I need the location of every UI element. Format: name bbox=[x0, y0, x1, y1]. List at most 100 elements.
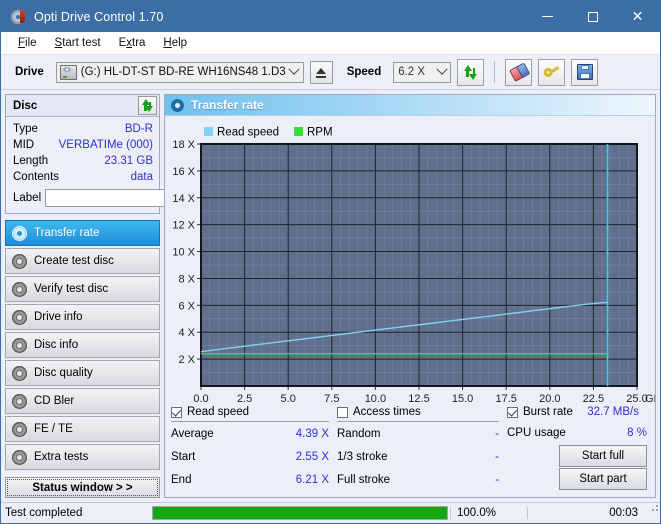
svg-text:RPM: RPM bbox=[307, 127, 333, 139]
sidebar-item-label: Verify test disc bbox=[34, 283, 108, 295]
left-sidebar: Disc Type BD-R MID VERBATIMe (000) Lengt… bbox=[5, 94, 160, 502]
drive-label: Drive bbox=[15, 66, 44, 78]
disc-row-key: Length bbox=[13, 155, 48, 167]
start-part-button[interactable]: Start part bbox=[559, 468, 647, 490]
disc-panel-title: Disc bbox=[13, 100, 37, 112]
disc-row-key: Contents bbox=[13, 171, 59, 183]
sidebar-item-disc-quality[interactable]: Disc quality bbox=[5, 360, 160, 386]
chevron-down-icon bbox=[433, 63, 450, 82]
sidebar-item-extra-tests[interactable]: Extra tests bbox=[5, 444, 160, 470]
sidebar-item-drive-info[interactable]: Drive info bbox=[5, 304, 160, 330]
svg-text:10.0: 10.0 bbox=[365, 393, 386, 405]
sidebar-item-label: Extra tests bbox=[34, 451, 88, 463]
menu-start-test-label: tart test bbox=[62, 37, 100, 49]
disc-icon bbox=[12, 226, 27, 241]
save-icon bbox=[577, 64, 593, 80]
drive-select-value: (G:) HL-DT-ST BD-RE WH16NS48 1.D3 bbox=[81, 66, 286, 78]
stat-third-stroke: 1/3 stroke - bbox=[337, 445, 499, 468]
menu-file[interactable]: File bbox=[9, 35, 46, 51]
stat-end: End 6.21 X bbox=[171, 468, 329, 491]
minimize-button[interactable] bbox=[525, 1, 570, 32]
svg-text:10 X: 10 X bbox=[172, 247, 195, 259]
disc-icon bbox=[12, 450, 27, 465]
sidebar-item-disc-info[interactable]: Disc info bbox=[5, 332, 160, 358]
key-button[interactable] bbox=[538, 59, 565, 86]
speed-select-value: 6.2 X bbox=[398, 66, 433, 78]
sidebar-item-cd-bler[interactable]: CD Bler bbox=[5, 388, 160, 414]
speed-label: Speed bbox=[347, 66, 382, 78]
menu-start-test[interactable]: Start test bbox=[46, 35, 110, 51]
refresh-button[interactable] bbox=[457, 59, 484, 86]
svg-text:Read speed: Read speed bbox=[217, 127, 279, 139]
speed-select[interactable]: 6.2 X bbox=[393, 62, 451, 83]
svg-text:20.0: 20.0 bbox=[539, 393, 560, 405]
panel-header: Transfer rate bbox=[165, 95, 655, 116]
cpu-usage-row: CPU usage 8 % bbox=[507, 421, 647, 444]
stat-random: Random - bbox=[337, 422, 499, 445]
progress-bar bbox=[152, 506, 448, 520]
svg-text:17.5: 17.5 bbox=[495, 393, 516, 405]
svg-text:16 X: 16 X bbox=[172, 166, 195, 178]
minimize-icon bbox=[542, 16, 553, 17]
title-bar: Opti Drive Control 1.70 ✕ bbox=[1, 1, 660, 32]
start-full-button[interactable]: Start full bbox=[559, 445, 647, 467]
svg-text:6 X: 6 X bbox=[178, 300, 195, 312]
menu-extra[interactable]: Extra bbox=[110, 35, 155, 51]
disc-row-key: Type bbox=[13, 123, 38, 135]
eject-button[interactable] bbox=[310, 61, 333, 84]
close-button[interactable]: ✕ bbox=[615, 1, 660, 32]
disc-row-key: MID bbox=[13, 139, 34, 151]
svg-text:GB: GB bbox=[645, 393, 655, 405]
main-toolbar: Drive (G:) HL-DT-ST BD-RE WH16NS48 1.D3 … bbox=[1, 55, 660, 90]
svg-text:2.5: 2.5 bbox=[237, 393, 252, 405]
menu-help-label: elp bbox=[172, 37, 187, 49]
disc-row-value: 23.31 GB bbox=[104, 155, 153, 167]
disc-refresh-button[interactable] bbox=[138, 96, 157, 115]
progress-percent: 100.0% bbox=[450, 507, 527, 519]
stat-full-stroke: Full stroke - bbox=[337, 468, 499, 491]
svg-text:22.5: 22.5 bbox=[583, 393, 604, 405]
svg-text:14 X: 14 X bbox=[172, 193, 195, 205]
stat-key: Start bbox=[171, 451, 195, 463]
sidebar-item-verify-test-disc[interactable]: Verify test disc bbox=[5, 276, 160, 302]
status-window-button[interactable]: Status window > > bbox=[5, 477, 160, 498]
stat-value: 2.55 X bbox=[296, 451, 329, 463]
start-part-row: Start part bbox=[507, 468, 647, 490]
sidebar-item-label: Disc info bbox=[34, 339, 78, 351]
disc-row-value: data bbox=[131, 171, 153, 183]
drive-select[interactable]: (G:) HL-DT-ST BD-RE WH16NS48 1.D3 bbox=[56, 62, 304, 83]
stat-key: End bbox=[171, 474, 191, 486]
stat-value: - bbox=[495, 474, 499, 486]
burst-rate-checkbox[interactable] bbox=[507, 407, 518, 418]
progress-bar-fill bbox=[153, 507, 447, 519]
sidebar-item-transfer-rate[interactable]: Transfer rate bbox=[5, 220, 160, 246]
sidebar-item-label: Transfer rate bbox=[34, 227, 99, 239]
window-controls: ✕ bbox=[525, 1, 660, 32]
erase-button[interactable] bbox=[505, 59, 532, 86]
status-bar: Test completed 100.0% 00:03 bbox=[1, 502, 660, 523]
access-times-checkbox[interactable] bbox=[337, 407, 348, 418]
menu-bar: File Start test Extra Help bbox=[1, 32, 660, 55]
sidebar-item-fe-te[interactable]: FE / TE bbox=[5, 416, 160, 442]
svg-text:7.5: 7.5 bbox=[324, 393, 339, 405]
elapsed-time: 00:03 bbox=[527, 507, 646, 519]
svg-text:4 X: 4 X bbox=[178, 327, 195, 339]
sidebar-item-label: FE / TE bbox=[34, 423, 73, 435]
stat-key: Full stroke bbox=[337, 474, 390, 486]
save-button[interactable] bbox=[571, 59, 598, 86]
disc-label-key: Label bbox=[13, 192, 41, 204]
disc-row-mid: MID VERBATIMe (000) bbox=[13, 137, 153, 153]
read-speed-checkbox[interactable] bbox=[171, 407, 182, 418]
stat-average: Average 4.39 X bbox=[171, 422, 329, 445]
toolbar-separator bbox=[494, 61, 495, 83]
sidebar-spacer bbox=[5, 470, 160, 477]
stat-key: Average bbox=[171, 428, 214, 440]
disc-icon bbox=[171, 99, 184, 112]
menu-help[interactable]: Help bbox=[154, 35, 196, 51]
disc-label-row: Label bbox=[13, 187, 153, 208]
key-icon bbox=[541, 62, 562, 82]
sidebar-item-create-test-disc[interactable]: Create test disc bbox=[5, 248, 160, 274]
svg-text:12 X: 12 X bbox=[172, 220, 195, 232]
maximize-button[interactable] bbox=[570, 1, 615, 32]
menu-extra-label: tra bbox=[132, 37, 145, 49]
